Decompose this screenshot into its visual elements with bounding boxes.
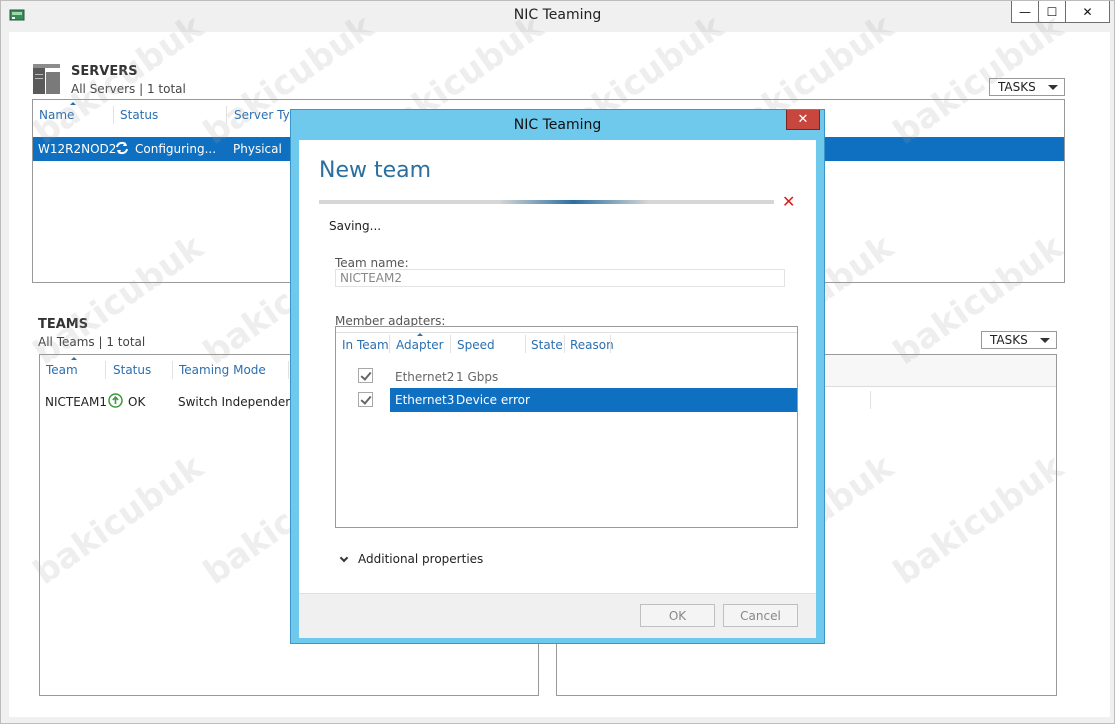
servers-icon	[33, 64, 60, 94]
column-divider[interactable]	[172, 361, 173, 379]
sort-ascending-icon	[70, 102, 76, 105]
column-divider[interactable]	[870, 391, 871, 409]
servers-tasks-button[interactable]: TASKS	[989, 78, 1065, 96]
server-status: Configuring...	[135, 142, 217, 156]
column-divider[interactable]	[450, 335, 451, 353]
maximize-icon: ☐	[1046, 4, 1058, 19]
cancel-operation-icon[interactable]: ✕	[782, 192, 795, 211]
grid-col-adapter[interactable]: Adapter	[396, 338, 444, 352]
teams-col-status[interactable]: Status	[113, 363, 151, 377]
chevron-down-icon	[1047, 84, 1058, 90]
in-team-checkbox[interactable]	[358, 392, 373, 407]
additional-properties-toggle[interactable]: Additional properties	[358, 552, 483, 566]
close-button[interactable]: ✕	[1065, 1, 1110, 23]
in-team-checkbox[interactable]	[358, 368, 373, 383]
saving-progress-bar	[319, 200, 774, 204]
dialog-body: New team ✕ Saving... Team name: NICTEAM2…	[299, 140, 816, 638]
grid-col-reason[interactable]: Reason	[570, 338, 614, 352]
grid-col-in-team[interactable]: In Team	[342, 338, 389, 352]
member-adapters-grid: In Team Adapter Speed State Reason Ether…	[335, 326, 798, 528]
adapters-tasks-label: TASKS	[990, 333, 1028, 347]
team-mode: Switch Independent	[178, 395, 298, 409]
cancel-button[interactable]: Cancel	[723, 604, 798, 627]
adapters-tasks-button[interactable]: TASKS	[981, 331, 1057, 349]
servers-subtitle: All Servers | 1 total	[71, 82, 186, 96]
column-divider[interactable]	[105, 361, 106, 379]
dialog-heading: New team	[319, 158, 432, 183]
progress-indicator	[499, 200, 649, 204]
team-name-input[interactable]: NICTEAM2	[335, 269, 785, 287]
sort-ascending-icon	[71, 357, 77, 360]
chevron-down-icon[interactable]	[339, 553, 349, 563]
team-status: OK	[128, 395, 146, 409]
close-icon: ✕	[1082, 4, 1093, 19]
dialog-title: NIC Teaming	[513, 117, 602, 133]
grid-col-speed[interactable]: Speed	[457, 338, 495, 352]
servers-col-type[interactable]: Server Type	[234, 108, 294, 122]
servers-tasks-label: TASKS	[998, 80, 1036, 94]
title-bar[interactable]: NIC Teaming — ☐ ✕	[1, 1, 1114, 31]
new-team-dialog: NIC Teaming ✕ New team ✕ Saving... Team …	[290, 109, 825, 644]
close-icon: ✕	[797, 112, 809, 127]
maximize-button[interactable]: ☐	[1038, 1, 1065, 23]
ok-button[interactable]: OK	[640, 604, 715, 627]
column-divider[interactable]	[226, 106, 227, 124]
server-name: W12R2NOD2	[38, 142, 117, 156]
column-divider[interactable]	[525, 335, 526, 353]
column-divider[interactable]	[288, 361, 289, 379]
column-divider[interactable]	[564, 335, 565, 353]
dialog-footer: OK Cancel	[299, 593, 816, 638]
grid-header-strip	[336, 327, 797, 333]
teams-col-team[interactable]: Team	[46, 363, 78, 377]
sort-ascending-icon	[417, 333, 423, 336]
teams-title: TEAMS	[38, 317, 89, 332]
server-type: Physical	[233, 142, 282, 156]
minimize-button[interactable]: —	[1011, 1, 1038, 23]
grid-col-state[interactable]: State	[531, 338, 563, 352]
teams-subtitle: All Teams | 1 total	[38, 335, 146, 349]
adapter-name: Ethernet2	[395, 370, 455, 384]
teams-col-mode[interactable]: Teaming Mode	[179, 363, 266, 377]
servers-col-status[interactable]: Status	[120, 108, 158, 122]
column-divider[interactable]	[610, 335, 611, 353]
adapter-name: Ethernet3	[395, 393, 455, 407]
window-title: NIC Teaming	[513, 7, 602, 23]
adapter-speed: 1 Gbps	[456, 370, 499, 384]
ok-status-icon	[108, 393, 123, 408]
adapter-row[interactable]: Ethernet2 1 Gbps	[336, 364, 797, 388]
adapter-speed: Device error	[456, 393, 530, 407]
column-divider[interactable]	[113, 106, 114, 124]
team-name: NICTEAM1	[45, 395, 108, 409]
chevron-down-icon	[1039, 337, 1050, 343]
saving-status-text: Saving...	[329, 219, 382, 233]
servers-col-name[interactable]: Name	[39, 108, 74, 122]
servers-title: SERVERS	[71, 64, 138, 79]
team-name-label: Team name:	[335, 256, 409, 270]
refresh-icon	[116, 141, 128, 155]
minimize-icon: —	[1019, 4, 1031, 19]
adapter-row-selected[interactable]: Ethernet3 Device error	[390, 388, 797, 412]
column-divider[interactable]	[389, 335, 390, 353]
dialog-close-button[interactable]: ✕	[786, 110, 820, 130]
